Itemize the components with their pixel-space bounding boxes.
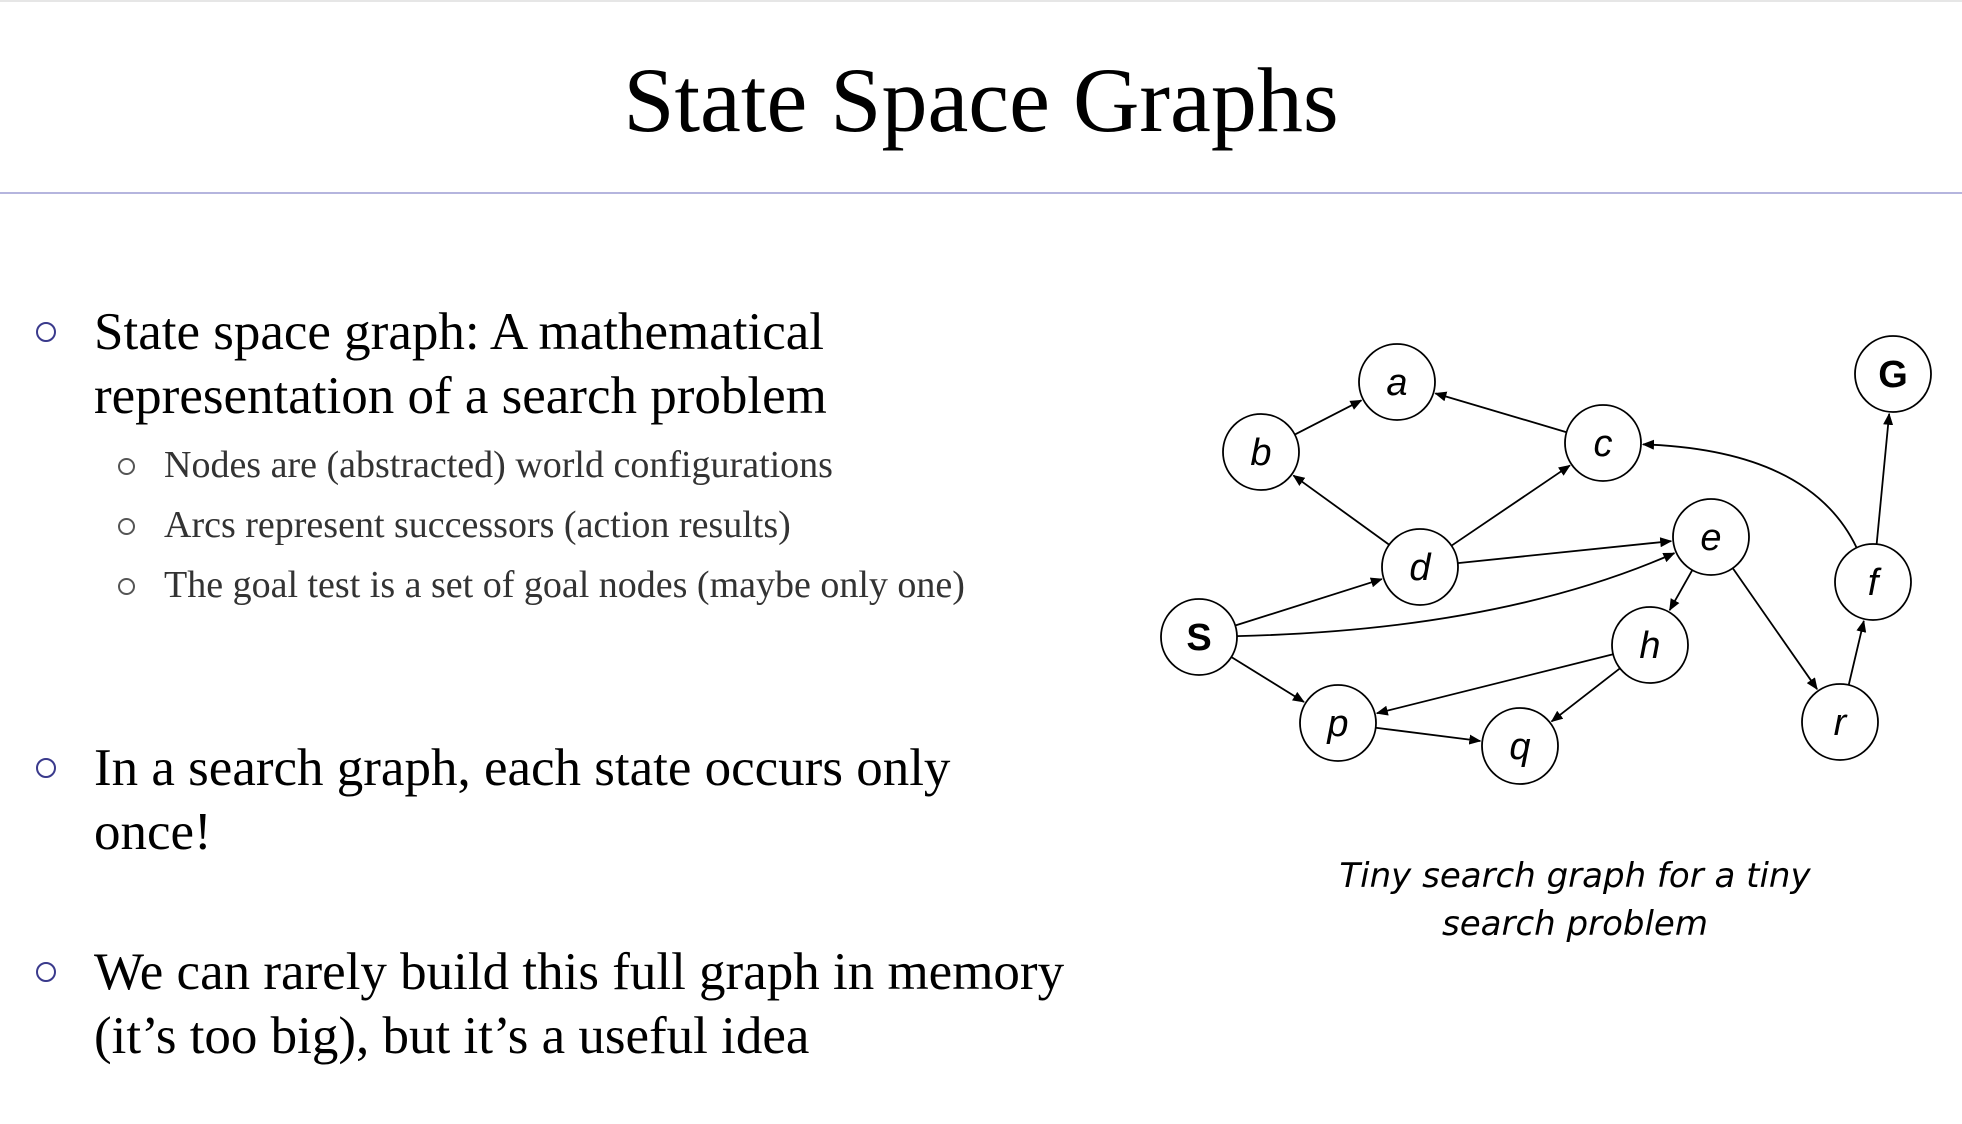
node-label: d bbox=[1409, 547, 1432, 589]
node-label: c bbox=[1594, 423, 1613, 465]
node-label: S bbox=[1186, 617, 1211, 659]
edge-e-to-r bbox=[1731, 567, 1818, 691]
node-label: e bbox=[1700, 517, 1721, 559]
edge-d-to-b bbox=[1292, 474, 1390, 546]
graph-node-f: f bbox=[1834, 543, 1912, 621]
edge-S-to-p bbox=[1230, 656, 1305, 703]
graph-node-G: G bbox=[1854, 335, 1932, 413]
graph-node-d: d bbox=[1381, 528, 1459, 606]
graph-node-b: b bbox=[1222, 413, 1300, 491]
graph-node-c: c bbox=[1564, 404, 1642, 482]
edge-r-to-f bbox=[1847, 619, 1867, 686]
edge-c-to-a bbox=[1434, 391, 1567, 434]
node-label: r bbox=[1834, 702, 1848, 744]
node-label: q bbox=[1509, 726, 1530, 768]
node-label: a bbox=[1386, 362, 1407, 404]
edge-e-to-h bbox=[1668, 569, 1694, 612]
edge-d-to-e bbox=[1457, 537, 1673, 564]
graph-node-r: r bbox=[1801, 683, 1879, 761]
edge-h-to-q bbox=[1550, 667, 1621, 723]
edge-d-to-c bbox=[1450, 464, 1571, 547]
edge-p-to-q bbox=[1375, 726, 1482, 745]
edge-h-to-p bbox=[1375, 653, 1614, 716]
slide: State Space Graphs State space graph: A … bbox=[0, 0, 1962, 1124]
graph-node-h: h bbox=[1611, 606, 1689, 684]
graph-node-a: a bbox=[1358, 343, 1436, 421]
graph-node-p: p bbox=[1299, 684, 1377, 762]
state-space-graph: Sa b c d e f Gh p q r bbox=[1160, 335, 1932, 785]
edge-f-to-G bbox=[1875, 412, 1894, 545]
graph-node-q: q bbox=[1481, 707, 1559, 785]
graph-caption: Tiny search graph for a tiny search prob… bbox=[1339, 856, 1811, 944]
edge-b-to-a bbox=[1294, 399, 1363, 436]
node-label: G bbox=[1878, 354, 1908, 396]
edge-S-to-d bbox=[1234, 577, 1383, 627]
node-label: b bbox=[1250, 432, 1271, 474]
graph-node-e: e bbox=[1672, 498, 1750, 576]
node-label: h bbox=[1639, 625, 1660, 667]
node-label: p bbox=[1326, 703, 1348, 745]
graph-node-S: S bbox=[1160, 598, 1238, 676]
